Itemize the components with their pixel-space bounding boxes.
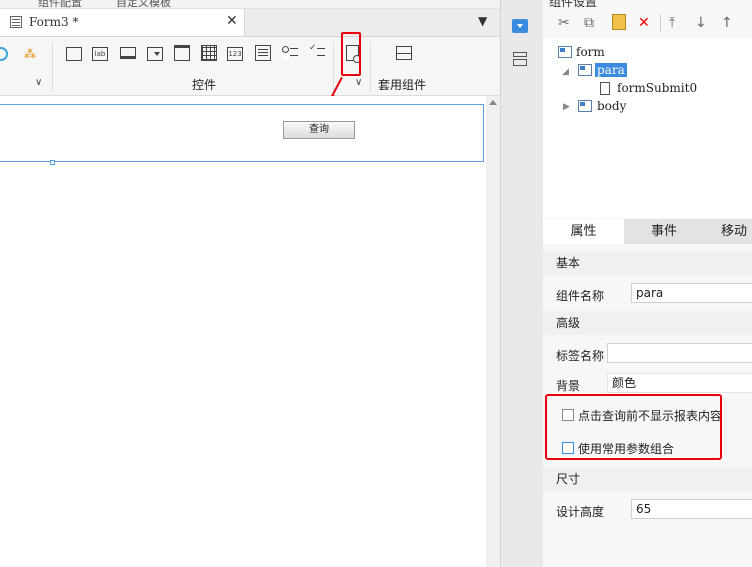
top-menu-strip: 组件配置 自定义模板 <box>0 0 500 9</box>
para-container[interactable] <box>0 104 484 162</box>
collapse-icon[interactable]: ◢ <box>562 67 569 77</box>
tree-node-form[interactable]: form <box>576 45 605 59</box>
document-tab-bar: Form3 * ✕ ▼ <box>0 9 500 37</box>
resize-handle[interactable] <box>50 160 55 165</box>
toolbar-divider <box>52 42 53 92</box>
date-icon[interactable] <box>201 45 217 61</box>
query-button[interactable]: 查询 <box>283 121 355 139</box>
close-icon[interactable]: ✕ <box>226 13 238 29</box>
dropdown-tree-icon[interactable] <box>174 45 190 61</box>
combo-group-label: 套用组件 <box>378 78 427 92</box>
toolbar-divider <box>660 14 661 32</box>
side-strip <box>500 0 544 567</box>
highlight-box <box>341 32 361 76</box>
widget-dropdown-icon[interactable] <box>512 19 528 33</box>
vertical-scrollbar[interactable] <box>486 96 500 567</box>
component-tree <box>543 38 752 218</box>
top-menu-item[interactable]: 组件配置 <box>38 0 82 8</box>
background-label: 背景 <box>556 379 581 393</box>
design-height-field[interactable]: 65 <box>631 499 752 519</box>
tag-name-field[interactable] <box>607 343 752 363</box>
submit-node-icon <box>600 82 610 95</box>
number-icon[interactable]: 123 <box>227 47 243 61</box>
document-tab[interactable]: Form3 * ✕ <box>0 9 245 36</box>
highlight-box <box>545 394 722 460</box>
background-field[interactable]: 颜色 <box>607 373 752 393</box>
radio-group-icon[interactable] <box>282 46 298 60</box>
theme-icon[interactable] <box>0 47 8 61</box>
section-size[interactable]: 尺寸 <box>543 467 752 491</box>
component-name-label: 组件名称 <box>556 289 605 303</box>
paste-icon[interactable] <box>612 14 626 30</box>
chevron-down-icon[interactable]: ∨ <box>355 77 362 88</box>
move-down-icon[interactable]: ↓ <box>695 15 707 31</box>
design-canvas[interactable] <box>0 96 486 567</box>
tab-events[interactable]: 事件 <box>624 219 704 244</box>
para-node-icon <box>578 64 592 76</box>
widget-toolbar: ⁂ ∨ lab 123 控件 ∨ 套用组件 <box>0 37 500 96</box>
layout-icon[interactable] <box>513 52 527 66</box>
tab-title: Form3 * <box>29 15 79 29</box>
tab-mobile[interactable]: 移动 <box>704 219 752 244</box>
top-menu-item[interactable]: 自定义模板 <box>116 0 171 8</box>
toolbar-divider <box>333 42 334 92</box>
checkbox-group-icon[interactable] <box>309 43 325 60</box>
tag-name-label: 标签名称 <box>556 349 605 363</box>
combo-component-icon[interactable] <box>396 46 412 60</box>
tree-node-body[interactable]: body <box>597 99 626 113</box>
component-name-field[interactable]: para <box>631 283 752 303</box>
tab-menu-icon[interactable]: ▼ <box>478 14 487 28</box>
label-icon[interactable]: lab <box>92 47 108 61</box>
text-area-icon[interactable] <box>255 45 271 61</box>
move-top-icon[interactable]: ⤒ <box>669 15 675 31</box>
sparkle-icon[interactable]: ⁂ <box>24 47 40 61</box>
tree-node-formsubmit[interactable]: formSubmit0 <box>617 81 697 95</box>
combo-box-icon[interactable] <box>147 47 163 61</box>
tab-attributes[interactable]: 属性 <box>543 219 624 244</box>
delete-icon[interactable]: ✕ <box>638 15 650 31</box>
body-node-icon <box>578 100 592 112</box>
move-up-icon[interactable]: ↑ <box>721 15 733 31</box>
copy-icon[interactable]: ⧉ <box>584 15 594 31</box>
panel-header: 组件设置 <box>549 0 598 9</box>
tree-node-para[interactable]: para <box>595 63 627 77</box>
text-box-icon[interactable] <box>66 47 82 61</box>
section-basic[interactable]: 基本 <box>543 251 752 275</box>
design-height-label: 设计高度 <box>556 505 605 519</box>
button-icon[interactable] <box>120 47 136 59</box>
section-advanced[interactable]: 高级 <box>543 311 752 335</box>
toolbar-divider <box>370 42 371 92</box>
form-node-icon <box>558 46 572 58</box>
controls-group-label: 控件 <box>192 78 217 92</box>
expand-icon[interactable]: ▶ <box>563 102 570 112</box>
chevron-down-icon[interactable]: ∨ <box>35 77 42 88</box>
scroll-up-icon[interactable] <box>489 100 497 105</box>
cut-icon[interactable]: ✂ <box>558 15 570 31</box>
form-document-icon <box>10 16 22 28</box>
